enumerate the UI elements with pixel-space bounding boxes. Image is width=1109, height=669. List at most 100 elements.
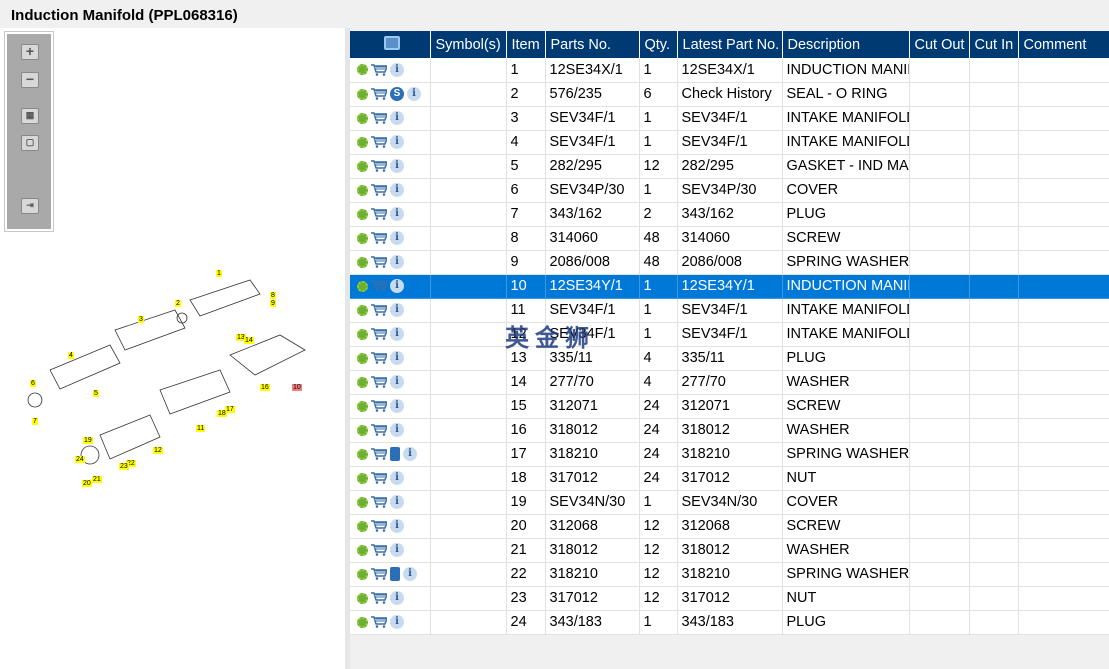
cart-icon[interactable]: [371, 160, 389, 172]
gear-icon[interactable]: [357, 256, 368, 268]
cart-icon[interactable]: [371, 256, 389, 268]
export-button[interactable]: ⇥: [21, 198, 39, 214]
table-row[interactable]: Si 2 576/235 6 Check History SEAL - O RING: [350, 82, 1109, 107]
callout[interactable]: 10: [292, 384, 302, 391]
callout[interactable]: 24: [75, 456, 85, 463]
table-row[interactable]: i 21 318012 12 318012 WASHER: [350, 538, 1109, 563]
cart-icon[interactable]: [371, 376, 389, 388]
callout[interactable]: 8: [270, 292, 276, 299]
gear-icon[interactable]: [357, 616, 368, 628]
callout[interactable]: 6: [30, 380, 36, 387]
gear-icon[interactable]: [357, 448, 368, 460]
table-row[interactable]: i 8 314060 48 314060 SCREW: [350, 226, 1109, 251]
gear-icon[interactable]: [357, 400, 368, 412]
cart-icon[interactable]: [371, 520, 389, 532]
cart-icon[interactable]: [371, 64, 389, 76]
info-icon[interactable]: i: [403, 567, 417, 582]
info-icon[interactable]: i: [390, 303, 404, 318]
gear-icon[interactable]: [357, 592, 368, 604]
cart-icon[interactable]: [371, 472, 389, 484]
callout[interactable]: 2: [175, 300, 181, 307]
gear-icon[interactable]: [357, 544, 368, 556]
cart-icon[interactable]: [371, 616, 389, 628]
column-header-comment[interactable]: Comment: [1018, 31, 1109, 58]
table-row[interactable]: i 6 SEV34P/30 1 SEV34P/30 COVER: [350, 178, 1109, 203]
cart-icon[interactable]: [371, 88, 389, 100]
table-row[interactable]: i 23 317012 12 317012 NUT: [350, 586, 1109, 611]
info-icon[interactable]: i: [390, 135, 404, 150]
cart-icon[interactable]: [371, 232, 389, 244]
cart-icon[interactable]: [371, 400, 389, 412]
info-icon[interactable]: i: [390, 423, 404, 438]
gear-icon[interactable]: [357, 88, 368, 100]
gear-icon[interactable]: [357, 136, 368, 148]
table-row[interactable]: i 13 335/11 4 335/11 PLUG: [350, 346, 1109, 371]
info-icon[interactable]: i: [403, 447, 417, 462]
fit-page-button[interactable]: ▦: [21, 108, 39, 124]
table-row[interactable]: i 3 SEV34F/1 1 SEV34F/1 INTAKE MANIFOLD: [350, 106, 1109, 131]
callout[interactable]: 1: [216, 270, 222, 277]
cart-icon[interactable]: [371, 352, 389, 364]
gear-icon[interactable]: [357, 520, 368, 532]
info-icon[interactable]: i: [390, 495, 404, 510]
callout[interactable]: 21: [92, 476, 102, 483]
cart-icon[interactable]: [371, 304, 389, 316]
table-row[interactable]: i 9 2086/008 48 2086/008 SPRING WASHER: [350, 250, 1109, 275]
info-icon[interactable]: i: [407, 87, 421, 102]
gear-icon[interactable]: [357, 352, 368, 364]
info-icon[interactable]: i: [390, 183, 404, 198]
cart-icon[interactable]: [371, 136, 389, 148]
callout[interactable]: 19: [83, 437, 93, 444]
gear-icon[interactable]: [357, 472, 368, 484]
cart-icon[interactable]: [371, 280, 389, 292]
gear-icon[interactable]: [357, 376, 368, 388]
callout[interactable]: 3: [138, 316, 144, 323]
gear-icon[interactable]: [357, 280, 368, 292]
table-row[interactable]: i 11 SEV34F/1 1 SEV34F/1 INTAKE MANIFOLD: [350, 298, 1109, 323]
callout[interactable]: 20: [82, 480, 92, 487]
column-header-qty[interactable]: Qty.: [639, 31, 678, 58]
cart-icon[interactable]: [371, 184, 389, 196]
gear-icon[interactable]: [357, 496, 368, 508]
column-header-symbols[interactable]: Symbol(s): [430, 31, 507, 58]
table-row[interactable]: i 7 343/162 2 343/162 PLUG: [350, 202, 1109, 227]
supersession-icon[interactable]: S: [390, 87, 404, 102]
table-row[interactable]: i5282/29512282/295GASKET - IND MANIFOLD: [350, 154, 1109, 179]
info-icon[interactable]: i: [390, 375, 404, 390]
info-icon[interactable]: i: [390, 519, 404, 534]
info-icon[interactable]: i: [390, 111, 404, 126]
callout[interactable]: 11: [196, 425, 206, 432]
book-icon[interactable]: [390, 447, 400, 462]
zoom-in-button[interactable]: +: [21, 44, 39, 60]
info-icon[interactable]: i: [390, 591, 404, 606]
table-row[interactable]: i 18 317012 24 317012 NUT: [350, 466, 1109, 491]
callout[interactable]: 12: [153, 447, 163, 454]
callout[interactable]: 9: [270, 300, 276, 307]
gear-icon[interactable]: [357, 208, 368, 220]
info-icon[interactable]: i: [390, 207, 404, 222]
cart-icon[interactable]: [371, 448, 389, 460]
cart-icon[interactable]: [371, 592, 389, 604]
info-icon[interactable]: i: [390, 231, 404, 246]
cart-icon[interactable]: [371, 496, 389, 508]
table-row[interactable]: i 22 318210 12 318210 SPRING WASHER: [350, 562, 1109, 587]
table-row[interactable]: i112SE34X/1112SE34X/1INDUCTION MANIFOLD: [350, 58, 1109, 83]
table-row[interactable]: i 4 SEV34F/1 1 SEV34F/1 INTAKE MANIFOLD: [350, 130, 1109, 155]
gear-icon[interactable]: [357, 424, 368, 436]
table-row[interactable]: i 20 312068 12 312068 SCREW: [350, 514, 1109, 539]
gear-icon[interactable]: [357, 160, 368, 172]
gear-icon[interactable]: [357, 232, 368, 244]
book-icon[interactable]: [390, 567, 400, 582]
table-row[interactable]: i 14 277/70 4 277/70 WASHER: [350, 370, 1109, 395]
search-column-header[interactable]: [350, 31, 431, 58]
callout[interactable]: 4: [68, 352, 74, 359]
table-row[interactable]: i 24 343/183 1 343/183 PLUG: [350, 610, 1109, 635]
cart-icon[interactable]: [371, 424, 389, 436]
gear-icon[interactable]: [357, 328, 368, 340]
info-icon[interactable]: i: [390, 543, 404, 558]
table-row[interactable]: i 16 318012 24 318012 WASHER: [350, 418, 1109, 443]
cart-icon[interactable]: [371, 568, 389, 580]
column-header-latest-part-no[interactable]: Latest Part No.: [677, 31, 783, 58]
info-icon[interactable]: i: [390, 399, 404, 414]
gear-icon[interactable]: [357, 304, 368, 316]
